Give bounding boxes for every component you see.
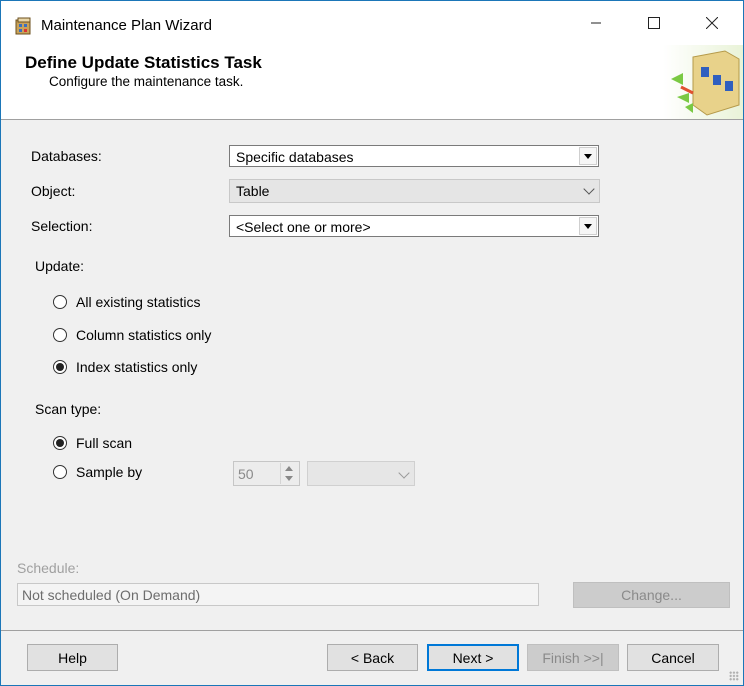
- schedule-value: Not scheduled (On Demand): [22, 587, 201, 603]
- sample-unit-dropdown[interactable]: [307, 461, 415, 486]
- stepper-up-icon[interactable]: [285, 466, 293, 471]
- databases-value: Specific databases: [236, 149, 354, 165]
- footer-divider: [1, 630, 743, 631]
- selection-dropdown[interactable]: <Select one or more>: [229, 215, 599, 237]
- chevron-down-icon: [583, 183, 595, 195]
- minimize-button[interactable]: [567, 1, 625, 45]
- databases-label: Databases:: [31, 148, 102, 164]
- maintenance-plan-icon: [15, 17, 33, 35]
- window-title: Maintenance Plan Wizard: [41, 17, 212, 34]
- schedule-field: Not scheduled (On Demand): [17, 583, 539, 606]
- full-scan-label[interactable]: Full scan: [76, 435, 132, 451]
- all-existing-statistics-label[interactable]: All existing statistics: [76, 294, 200, 310]
- object-value: Table: [236, 183, 270, 199]
- wizard-header: Define Update Statistics Task Configure …: [1, 45, 743, 120]
- selection-label: Selection:: [31, 218, 93, 234]
- all-existing-statistics-radio[interactable]: [53, 295, 67, 309]
- dropdown-arrow-icon: [579, 217, 597, 235]
- stepper-arrows[interactable]: [280, 463, 298, 484]
- finish-button[interactable]: Finish >>|: [527, 644, 619, 671]
- index-statistics-only-radio[interactable]: [53, 360, 67, 374]
- update-label: Update:: [35, 258, 85, 274]
- wizard-window: Maintenance Plan Wizard Define Update St…: [0, 0, 744, 686]
- sample-by-radio[interactable]: [53, 465, 67, 479]
- back-button[interactable]: < Back: [327, 644, 418, 671]
- sample-by-label[interactable]: Sample by: [76, 464, 142, 480]
- index-statistics-only-label[interactable]: Index statistics only: [76, 359, 197, 375]
- page-subtitle: Configure the maintenance task.: [49, 74, 244, 89]
- full-scan-radio[interactable]: [53, 436, 67, 450]
- sample-value: 50: [238, 466, 254, 482]
- resize-grip-icon[interactable]: [729, 671, 739, 681]
- sample-value-stepper[interactable]: 50: [233, 461, 300, 486]
- scan-type-label: Scan type:: [35, 401, 102, 417]
- wizard-banner-icon: [663, 45, 743, 119]
- databases-dropdown[interactable]: Specific databases: [229, 145, 599, 167]
- change-schedule-button[interactable]: Change...: [573, 582, 730, 608]
- chevron-down-icon: [398, 467, 410, 479]
- help-button[interactable]: Help: [27, 644, 118, 671]
- column-statistics-only-label[interactable]: Column statistics only: [76, 327, 211, 343]
- dropdown-arrow-icon: [579, 147, 597, 165]
- maximize-button[interactable]: [625, 1, 683, 45]
- cancel-button[interactable]: Cancel: [627, 644, 719, 671]
- next-button[interactable]: Next >: [427, 644, 519, 671]
- close-button[interactable]: [683, 1, 741, 45]
- title-bar: Maintenance Plan Wizard: [1, 1, 743, 45]
- schedule-label: Schedule:: [17, 560, 80, 576]
- selection-value: <Select one or more>: [236, 219, 371, 235]
- object-dropdown[interactable]: Table: [229, 179, 600, 203]
- page-title: Define Update Statistics Task: [25, 53, 262, 72]
- stepper-down-icon[interactable]: [285, 476, 293, 481]
- object-label: Object:: [31, 183, 76, 199]
- column-statistics-only-radio[interactable]: [53, 328, 67, 342]
